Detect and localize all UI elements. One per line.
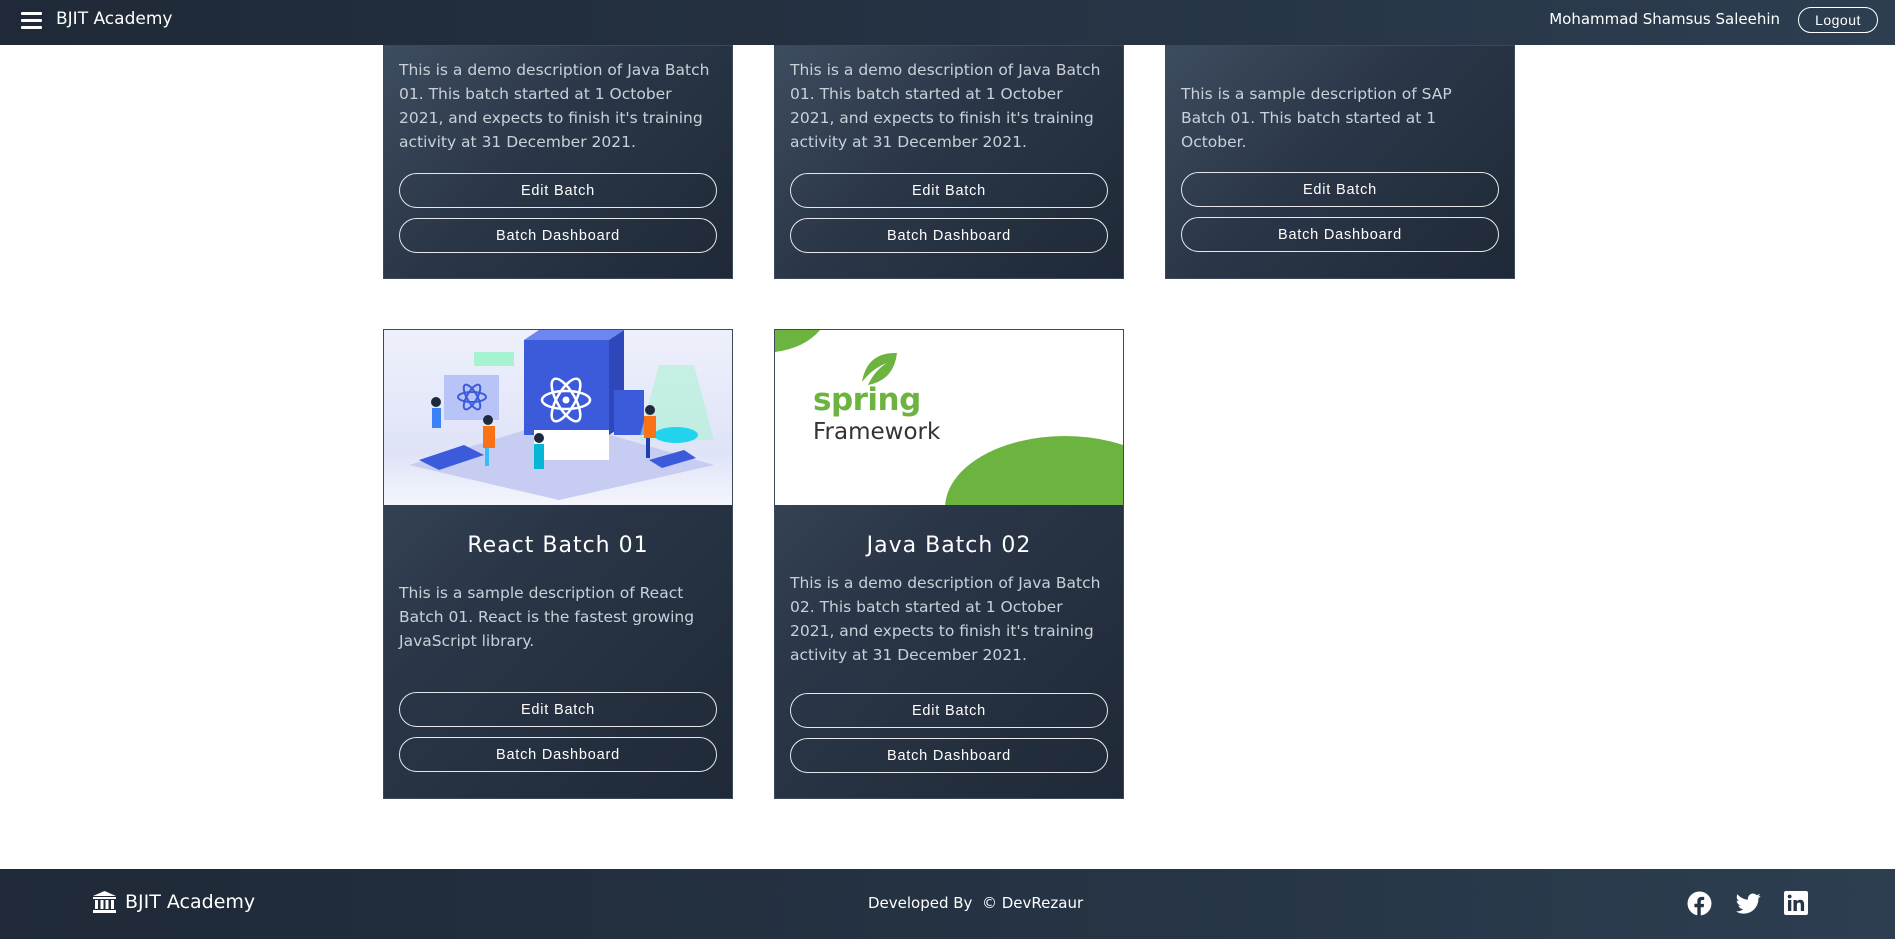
java-batch-image: spring Framework [775, 330, 1123, 505]
batch-title: React Batch 01 [467, 533, 649, 558]
hamburger-menu-icon[interactable] [21, 12, 42, 30]
batch-description: This is a sample description of React Ba… [399, 584, 695, 650]
batch-dashboard-button[interactable]: Batch Dashboard [790, 218, 1108, 253]
spring-logo-text: spring [813, 382, 921, 418]
footer-brand-label: BJIT Academy [125, 891, 256, 913]
batch-description: This is a demo description of Java Batch… [399, 61, 710, 151]
logout-button[interactable]: Logout [1798, 7, 1878, 33]
batch-title: Java Batch 02 [866, 533, 1032, 558]
facebook-icon[interactable] [1687, 891, 1712, 916]
react-batch-image [384, 330, 732, 505]
batch-dashboard-button[interactable]: Batch Dashboard [790, 738, 1108, 773]
batch-card: This is a sample description of SAP Batc… [1165, 45, 1515, 279]
edit-batch-button[interactable]: Edit Batch [790, 693, 1108, 728]
batch-card: spring Framework Java Batch 02 This is a… [774, 329, 1124, 799]
footer-brand[interactable]: BJIT Academy [93, 891, 255, 913]
edit-batch-button[interactable]: Edit Batch [399, 173, 717, 208]
batch-card: This is a demo description of Java Batch… [774, 45, 1124, 279]
batch-card: React Batch 01 This is a sample descript… [383, 329, 733, 799]
top-navbar: BJIT Academy Mohammad Shamsus Saleehin L… [0, 0, 1895, 45]
react-illustration-image [409, 330, 714, 500]
batch-description: This is a sample description of SAP Batc… [1181, 85, 1452, 151]
developer-credit: Developed By © DevRezaur [868, 894, 1084, 912]
batch-dashboard-button[interactable]: Batch Dashboard [399, 218, 717, 253]
edit-batch-button[interactable]: Edit Batch [1181, 172, 1499, 207]
edit-batch-button[interactable]: Edit Batch [790, 173, 1108, 208]
batch-card: This is a demo description of Java Batch… [383, 45, 733, 279]
institution-icon [93, 891, 116, 913]
batch-description: This is a demo description of Java Batch… [790, 574, 1101, 664]
footer: BJIT Academy Developed By © DevRezaur [0, 869, 1895, 939]
batch-description: This is a demo description of Java Batch… [790, 61, 1101, 151]
edit-batch-button[interactable]: Edit Batch [399, 692, 717, 727]
batch-dashboard-button[interactable]: Batch Dashboard [399, 737, 717, 772]
linkedin-icon[interactable] [1784, 891, 1809, 916]
twitter-icon[interactable] [1736, 891, 1761, 916]
user-name: Mohammad Shamsus Saleehin [1549, 10, 1780, 28]
navbar-brand[interactable]: BJIT Academy [56, 9, 172, 29]
framework-logo-text: Framework [813, 419, 941, 445]
batch-dashboard-button[interactable]: Batch Dashboard [1181, 217, 1499, 252]
